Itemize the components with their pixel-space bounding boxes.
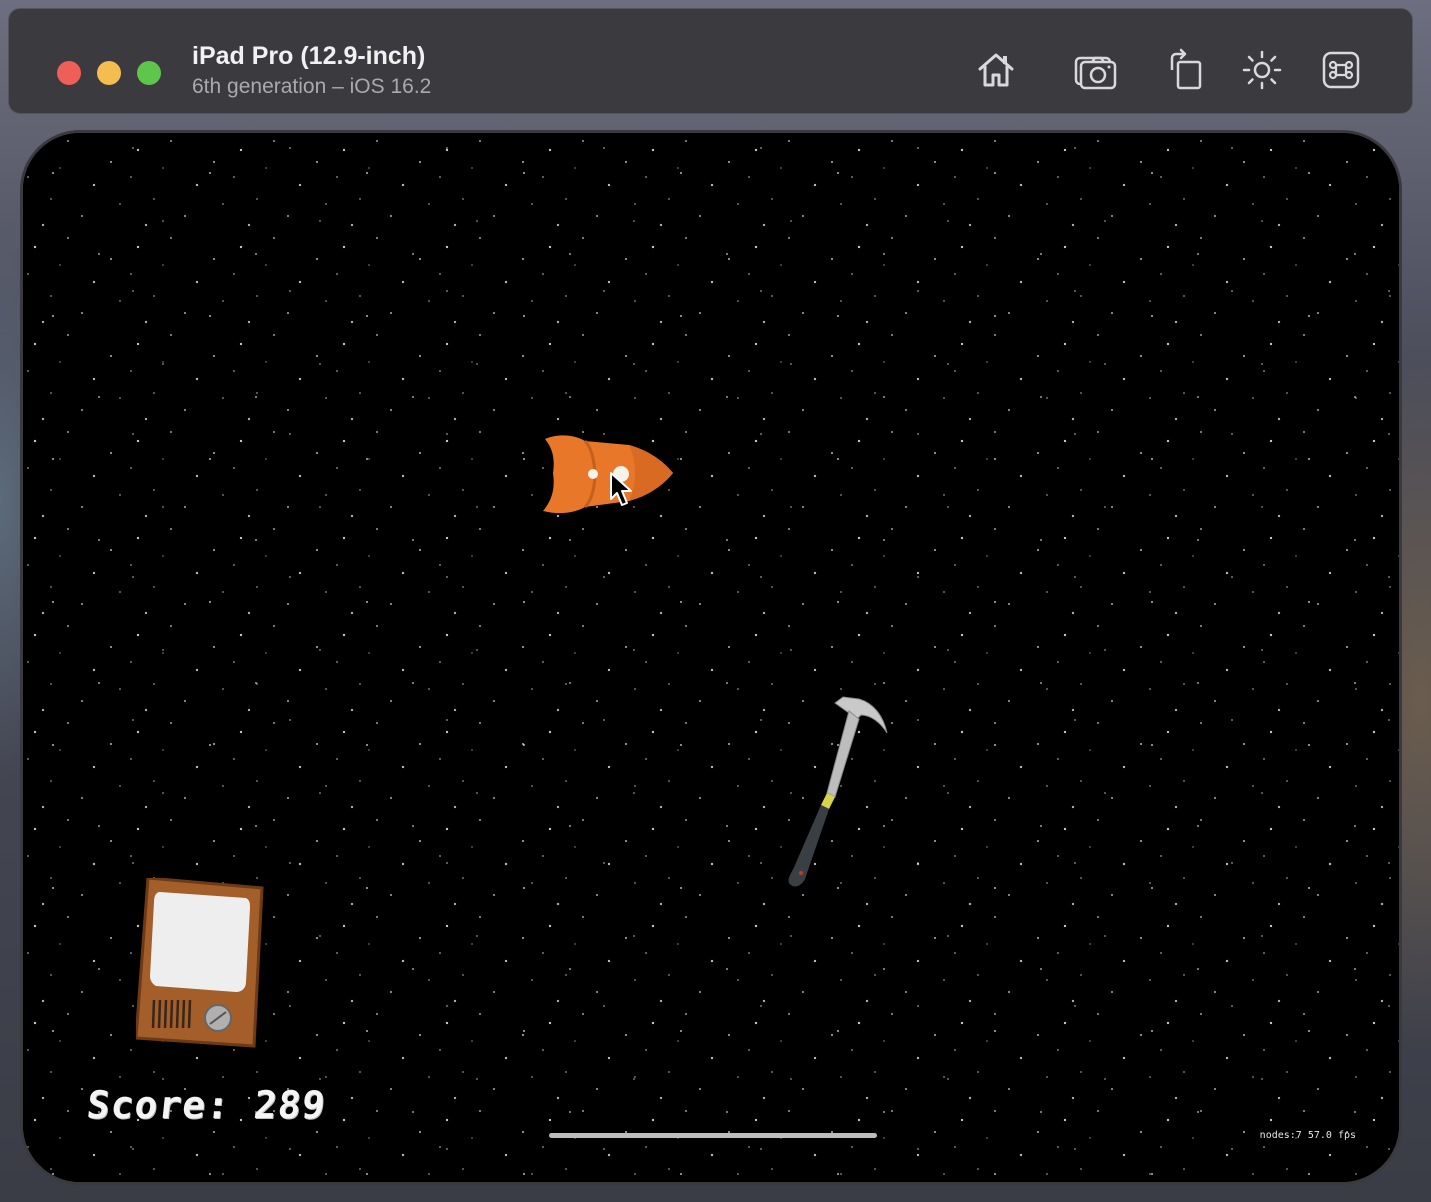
device-subtitle: 6th generation – iOS 16.2 [192, 75, 432, 98]
hammer-sprite[interactable] [783, 693, 895, 893]
performance-stats: nodes:7 57.0 fps [1259, 1130, 1356, 1141]
home-button[interactable] [971, 45, 1021, 95]
minimize-window-button[interactable] [97, 61, 121, 85]
simulator-window: iPad Pro (12.9-inch) 6th generation – iO… [0, 0, 1429, 1200]
score-label: Score: 289 [84, 1083, 329, 1127]
home-indicator[interactable] [549, 1133, 877, 1138]
appearance-sun-icon [1242, 50, 1282, 90]
rotate-button[interactable] [1159, 45, 1209, 95]
rocket-sprite[interactable] [541, 433, 675, 515]
appearance-button[interactable] [1237, 45, 1287, 95]
home-icon [978, 53, 1014, 87]
tv-sprite[interactable] [136, 878, 266, 1048]
mouse-pointer-icon [610, 472, 632, 506]
command-key-icon [1322, 51, 1360, 89]
rotate-icon [1170, 48, 1202, 90]
ipad-device-frame: Score: 289 nodes:7 57.0 fps [20, 130, 1402, 1185]
screenshot-button[interactable] [1070, 45, 1120, 95]
close-window-button[interactable] [57, 61, 81, 85]
command-button[interactable] [1316, 45, 1366, 95]
screenshot-camera-icon [1074, 56, 1117, 90]
window-titlebar: iPad Pro (12.9-inch) 6th generation – iO… [8, 8, 1413, 114]
zoom-window-button[interactable] [137, 61, 161, 85]
device-title: iPad Pro (12.9-inch) [192, 42, 426, 70]
